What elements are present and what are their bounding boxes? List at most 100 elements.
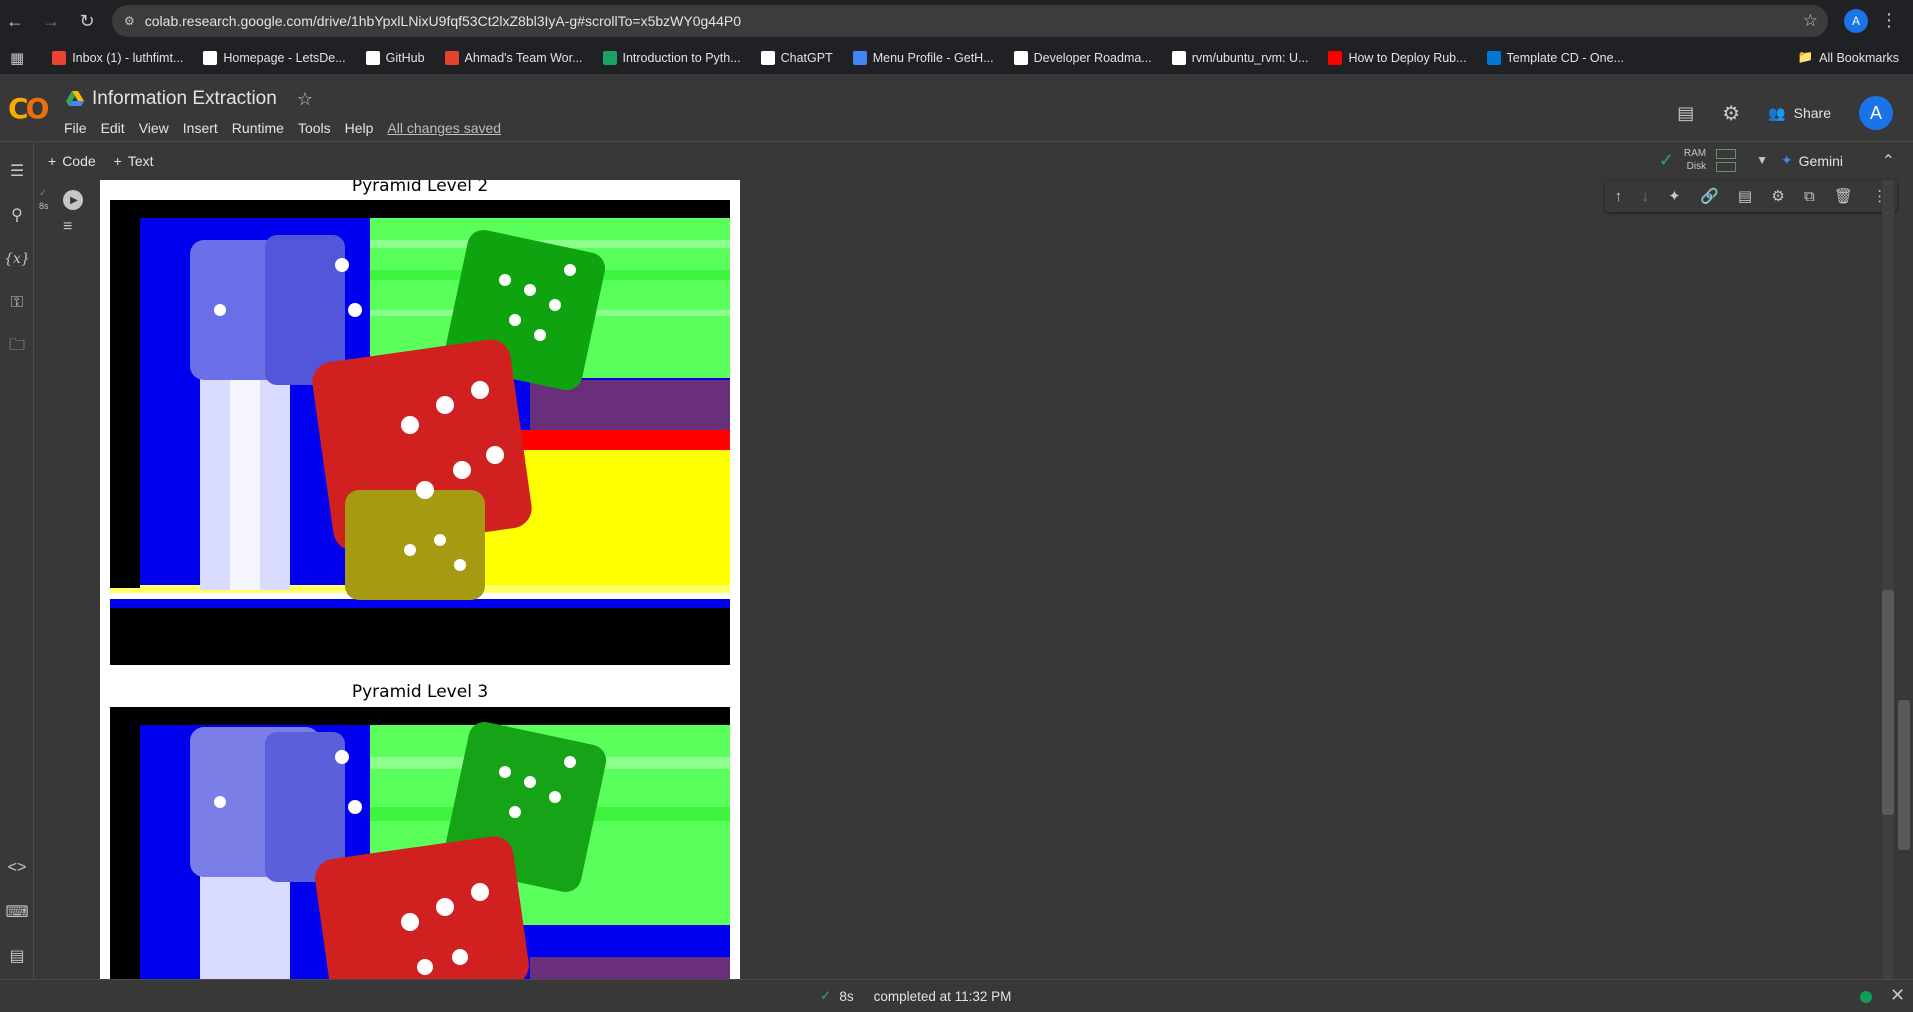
- bookmark-item[interactable]: Menu Profile - GetH...: [852, 51, 994, 65]
- gemini-cell-sparkle-icon[interactable]: ✦: [1668, 187, 1681, 205]
- reload-icon[interactable]: ↻: [72, 6, 102, 36]
- bookmark-item[interactable]: Introduction to Pyth...: [602, 51, 741, 65]
- bookmark-favicon-icon: [852, 51, 867, 65]
- bookmark-label: ChatGPT: [780, 51, 833, 65]
- notebook-title-area: Information Extraction ☆: [66, 88, 313, 110]
- bookmark-label: Menu Profile - GetH...: [872, 51, 994, 65]
- terminal-icon[interactable]: ▤: [6, 945, 28, 967]
- page-scrollbar-thumb[interactable]: [1898, 700, 1910, 850]
- menu-insert[interactable]: Insert: [183, 120, 218, 136]
- bookmark-favicon-icon: [52, 51, 67, 65]
- notebook-scrollbar-thumb[interactable]: [1882, 590, 1894, 815]
- connection-status-dot: [1860, 991, 1872, 1003]
- table-of-contents-icon[interactable]: ☰: [6, 160, 28, 182]
- menu-file[interactable]: File: [64, 120, 87, 136]
- play-icon: ▶: [70, 194, 78, 206]
- search-icon[interactable]: ⚲: [6, 204, 28, 226]
- bookmark-favicon-icon: [1171, 51, 1186, 65]
- bookmark-item[interactable]: Inbox (1) - luthfimt...: [52, 51, 183, 65]
- add-code-button[interactable]: + Code: [48, 153, 96, 169]
- bookmark-label: Homepage - LetsDe...: [223, 51, 346, 65]
- all-bookmarks-label: All Bookmarks: [1819, 50, 1899, 65]
- share-button[interactable]: 👥 Share: [1768, 105, 1831, 122]
- apps-grid-icon[interactable]: ▦: [10, 49, 24, 67]
- left-sidebar: ☰ ⚲ {x} ⚿ 🗀 <> ⌨ ▤: [0, 143, 34, 979]
- execution-status[interactable]: ✓ 8s completed at 11:32 PM: [820, 988, 1011, 1004]
- status-check-icon: ✓: [820, 988, 832, 1003]
- bookmark-label: Ahmad's Team Wor...: [464, 51, 583, 65]
- site-info-icon[interactable]: ⚙: [124, 14, 135, 28]
- share-label: Share: [1793, 105, 1831, 121]
- collapse-header-icon[interactable]: ⌃: [1882, 151, 1895, 171]
- gemini-sparkle-icon: ✦: [1780, 152, 1793, 168]
- pyramid-level-2-image: [110, 200, 730, 665]
- mirror-cell-icon[interactable]: ⧉: [1804, 188, 1815, 205]
- menu-tools[interactable]: Tools: [298, 120, 331, 136]
- notebook-title[interactable]: Information Extraction: [92, 88, 277, 110]
- run-cell-button[interactable]: ▶: [63, 190, 83, 210]
- all-bookmarks[interactable]: 📁 All Bookmarks: [1798, 50, 1899, 65]
- bookmark-label: rvm/ubuntu_rvm: U...: [1191, 51, 1309, 65]
- delete-cell-icon[interactable]: 🗑: [1834, 187, 1853, 205]
- bookmark-label: Inbox (1) - luthfimt...: [72, 51, 184, 65]
- bookmark-favicon-icon: [365, 51, 380, 65]
- bookmark-label: Developer Roadma...: [1033, 51, 1152, 65]
- bookmark-favicon-icon: [760, 51, 775, 65]
- bookmark-item[interactable]: ChatGPT: [760, 51, 833, 65]
- connected-check-icon: ✓: [1658, 149, 1674, 170]
- menu-runtime[interactable]: Runtime: [232, 120, 284, 136]
- people-icon: 👥: [1768, 104, 1786, 121]
- browser-toolbar: ← → ↻ ⚙ colab.research.google.com/drive/…: [0, 0, 1913, 42]
- bookmark-item[interactable]: GitHub: [365, 51, 425, 65]
- runtime-dropdown-icon[interactable]: ▼: [1756, 153, 1768, 167]
- close-status-icon[interactable]: ✕: [1890, 985, 1905, 1006]
- bookmark-item[interactable]: Ahmad's Team Wor...: [444, 51, 583, 65]
- add-text-button[interactable]: + Text: [114, 153, 154, 169]
- ram-meter: [1716, 148, 1737, 159]
- plot-title-level-3: Pyramid Level 3: [351, 682, 489, 702]
- back-arrow-icon[interactable]: ←: [0, 6, 30, 36]
- gemini-button[interactable]: ✦ Gemini: [1781, 152, 1843, 169]
- bookmark-star-icon[interactable]: ☆: [1803, 11, 1818, 31]
- link-icon[interactable]: 🔗: [1700, 187, 1719, 205]
- save-status[interactable]: All changes saved: [387, 120, 501, 136]
- menu-edit[interactable]: Edit: [101, 120, 125, 136]
- bookmark-label: Template CD - One...: [1506, 51, 1624, 65]
- menu-help[interactable]: Help: [345, 120, 374, 136]
- account-avatar[interactable]: A: [1859, 96, 1893, 130]
- variables-icon[interactable]: {x}: [4, 248, 30, 270]
- plus-icon: +: [113, 153, 122, 169]
- comments-icon[interactable]: ▤: [1677, 103, 1694, 124]
- menu-view[interactable]: View: [139, 120, 169, 136]
- bookmark-item[interactable]: How to Deploy Rub...: [1328, 51, 1467, 65]
- bookmark-favicon-icon: [602, 51, 617, 65]
- runtime-resources[interactable]: ✓ RAM Disk ▼: [1659, 147, 1768, 173]
- command-palette-icon[interactable]: ⌨: [5, 901, 28, 923]
- browser-menu-icon[interactable]: ⋮: [1880, 10, 1898, 31]
- move-cell-up-icon[interactable]: ↑: [1615, 188, 1623, 205]
- bookmark-favicon-icon: [444, 51, 459, 65]
- forward-arrow-icon[interactable]: →: [36, 6, 66, 36]
- bookmark-favicon-icon: [1486, 51, 1501, 65]
- output-actions-icon[interactable]: ≡: [63, 218, 72, 236]
- address-bar[interactable]: ⚙ colab.research.google.com/drive/1hbYpx…: [112, 5, 1828, 37]
- settings-gear-icon[interactable]: ⚙: [1722, 101, 1740, 126]
- code-snippets-icon[interactable]: <>: [6, 857, 28, 879]
- browser-profile-avatar[interactable]: A: [1844, 9, 1868, 33]
- files-folder-icon[interactable]: 🗀: [6, 336, 28, 358]
- colab-logo[interactable]: CO: [8, 92, 49, 125]
- bookmark-label: Introduction to Pyth...: [622, 51, 741, 65]
- notebook-scrollbar-track[interactable]: [1882, 180, 1894, 980]
- cell-settings-gear-icon[interactable]: ⚙: [1771, 187, 1784, 205]
- add-code-label: Code: [62, 153, 96, 169]
- star-icon[interactable]: ☆: [297, 89, 313, 110]
- bookmark-item[interactable]: Homepage - LetsDe...: [203, 51, 346, 65]
- cell-output: Pyramid Level 2 Pyramid Level 3: [100, 180, 740, 980]
- bookmark-item[interactable]: rvm/ubuntu_rvm: U...: [1171, 51, 1309, 65]
- move-cell-down-icon[interactable]: ↓: [1641, 188, 1649, 205]
- bookmark-item[interactable]: Developer Roadma...: [1013, 51, 1152, 65]
- secrets-key-icon[interactable]: ⚿: [6, 292, 28, 314]
- bookmark-item[interactable]: Template CD - One...: [1486, 51, 1624, 65]
- comment-icon[interactable]: ▤: [1738, 187, 1752, 205]
- colab-header: CO Information Extraction ☆ File Edit Vi…: [0, 74, 1913, 142]
